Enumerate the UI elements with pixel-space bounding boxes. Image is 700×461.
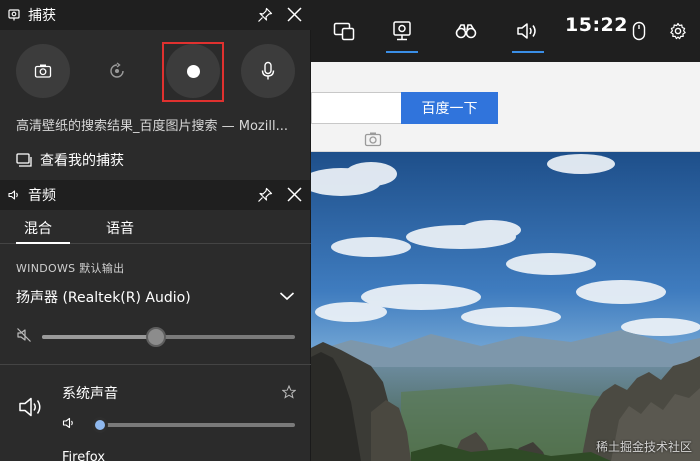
audio-panel: 音频 混合 语音 WINDOWS 默认输出 扬声器 (Realtek(R) Au… [0,180,311,461]
search-input[interactable] [311,92,401,147]
pin-icon[interactable] [257,7,273,23]
game-bar-toolbar: 15:22 [311,0,700,62]
record-highlight-box [162,42,224,102]
audio-panel-title: 音频 [28,188,56,204]
system-sounds-volume-slider[interactable] [91,417,295,433]
gear-icon [670,22,686,40]
system-sounds-speaker-icon [19,397,41,417]
pin-icon[interactable] [257,187,273,203]
capture-panel-header[interactable]: 捕获 [0,0,311,30]
show-captures-link[interactable]: 查看我的捕获 [16,150,124,170]
camera-search-icon[interactable] [364,131,382,147]
system-sounds-volume-thumb[interactable] [91,417,108,433]
show-captures-label: 查看我的捕获 [40,153,124,169]
mouse-button[interactable] [627,0,651,62]
active-tab-indicator [16,242,70,244]
audio-active-indicator [512,51,544,53]
chevron-down-icon[interactable] [279,290,295,302]
binoculars-icon [455,24,477,39]
capture-header-icon [8,9,20,21]
firefox-app-label: Firefox [62,450,106,461]
capture-panel: 捕获 高清壁纸的搜索结果_百度图片搜索 — Mozill... 查看我的捕获 [0,0,311,180]
master-volume-fill [42,335,156,339]
audio-widget-button[interactable] [511,0,545,62]
screenshot-icon [34,64,52,78]
tab-voice[interactable]: 语音 [106,218,134,238]
master-volume-thumb[interactable] [145,327,166,347]
landscape-wallpaper [311,152,700,461]
microphone-icon [261,61,275,80]
master-volume-slider[interactable] [42,327,295,347]
star-icon[interactable] [282,385,296,399]
settings-button[interactable] [665,0,691,62]
browser-content: 百度一下 [311,62,700,461]
audio-panel-header[interactable]: 音频 [0,180,311,210]
widget-menu-button[interactable] [329,0,359,62]
capture-target-window: 高清壁纸的搜索结果_百度图片搜索 — Mozill... [16,119,288,134]
audio-header-icon [8,190,18,200]
looking-for-group-button[interactable] [449,0,483,62]
close-icon[interactable] [286,186,303,203]
capture-active-indicator [386,51,418,53]
screenshot-button[interactable] [16,44,70,98]
widget-menu-icon [333,22,355,41]
capture-widget-button[interactable] [385,0,419,62]
microphone-button[interactable] [241,44,295,98]
baidu-search-button[interactable]: 百度一下 [401,92,498,124]
capture-icon [393,21,411,41]
record-last-icon [110,62,124,78]
default-output-label: WINDOWS 默认输出 [16,262,125,275]
game-bar-overlay: 百度一下 稀土掘金技术社区 15:22 捕获 高清壁纸的搜索结果_百度图片搜索 … [0,0,700,461]
output-device-select[interactable]: 扬声器 (Realtek(R) Audio) [16,287,191,307]
mouse-icon [632,21,646,41]
capture-panel-title: 捕获 [28,8,56,24]
close-icon[interactable] [286,6,303,23]
watermark: 稀土掘金技术社区 [595,440,692,454]
speaker-muted-icon[interactable] [16,327,32,343]
system-sounds-label: 系统声音 [62,386,118,402]
section-divider [0,364,311,365]
record-last-30s-button[interactable] [90,44,144,98]
speaker-icon[interactable] [62,416,76,430]
audio-tabs: 混合 语音 [0,210,311,244]
tab-mix[interactable]: 混合 [24,218,52,238]
clock: 15:22 [565,14,628,36]
baidu-search-bar: 百度一下 [311,62,700,152]
audio-icon [517,23,536,39]
gallery-icon [16,153,32,167]
